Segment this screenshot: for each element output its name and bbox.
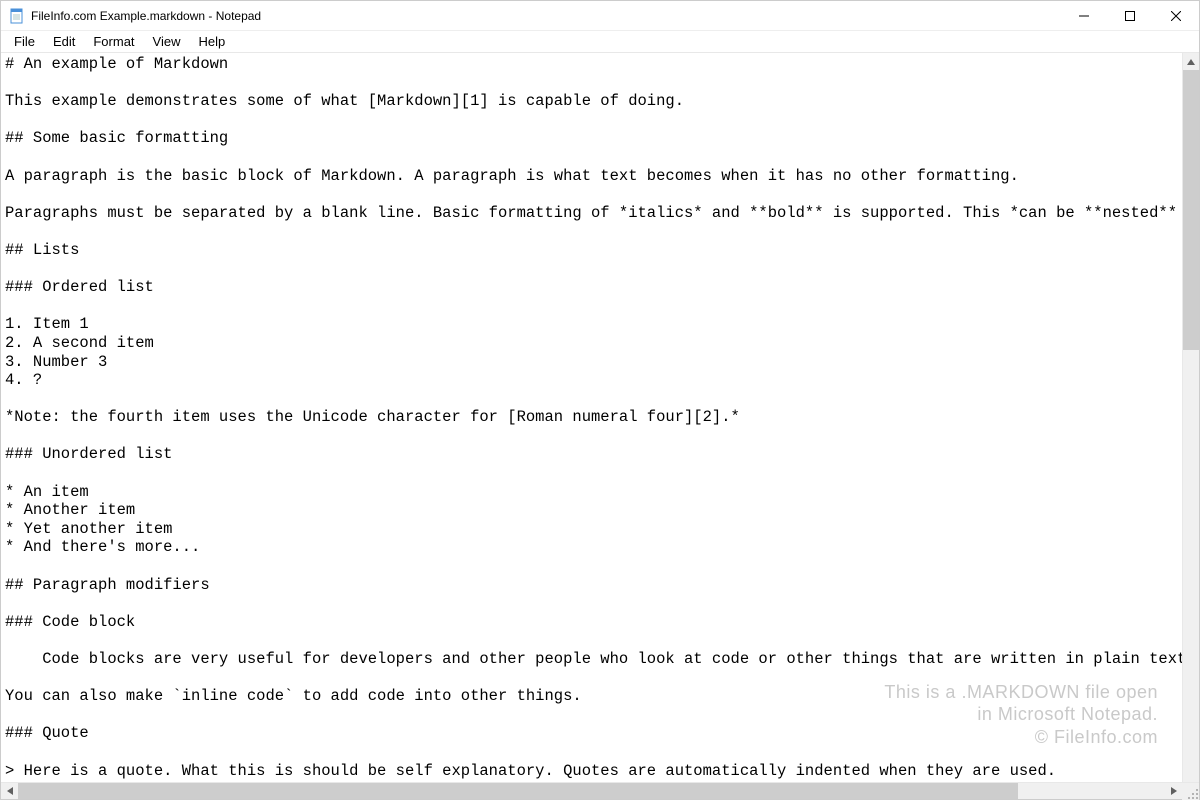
- titlebar: FileInfo.com Example.markdown - Notepad: [1, 1, 1199, 31]
- horizontal-scroll-thumb[interactable]: [18, 783, 1018, 799]
- text-editor[interactable]: # An example of Markdown This example de…: [1, 53, 1182, 782]
- maximize-button[interactable]: [1107, 1, 1153, 31]
- scroll-up-button[interactable]: [1183, 53, 1199, 70]
- chevron-up-icon: [1187, 58, 1195, 66]
- menubar: File Edit Format View Help: [1, 31, 1199, 53]
- menu-help[interactable]: Help: [189, 32, 234, 51]
- chevron-right-icon: [1170, 787, 1178, 795]
- vertical-scrollbar[interactable]: [1182, 53, 1199, 782]
- menu-edit[interactable]: Edit: [44, 32, 84, 51]
- resize-grip[interactable]: [1182, 783, 1199, 800]
- scroll-right-button[interactable]: [1165, 783, 1182, 799]
- notepad-app-icon: [9, 8, 25, 24]
- maximize-icon: [1125, 11, 1135, 21]
- notepad-window: FileInfo.com Example.markdown - Notepad …: [0, 0, 1200, 800]
- vertical-scroll-thumb[interactable]: [1183, 70, 1199, 350]
- minimize-button[interactable]: [1061, 1, 1107, 31]
- menu-view[interactable]: View: [144, 32, 190, 51]
- minimize-icon: [1079, 11, 1089, 21]
- close-icon: [1171, 11, 1181, 21]
- editor-wrap: # An example of Markdown This example de…: [1, 53, 1182, 782]
- vertical-scroll-track[interactable]: [1183, 70, 1199, 782]
- chevron-left-icon: [6, 787, 14, 795]
- content-area: # An example of Markdown This example de…: [1, 53, 1199, 782]
- resize-grip-icon: [1187, 788, 1199, 800]
- menu-format[interactable]: Format: [84, 32, 143, 51]
- horizontal-scroll-track[interactable]: [18, 783, 1165, 799]
- horizontal-scrollbar[interactable]: [1, 782, 1199, 799]
- scroll-left-button[interactable]: [1, 783, 18, 799]
- menu-file[interactable]: File: [5, 32, 44, 51]
- close-button[interactable]: [1153, 1, 1199, 31]
- window-title: FileInfo.com Example.markdown - Notepad: [31, 9, 261, 23]
